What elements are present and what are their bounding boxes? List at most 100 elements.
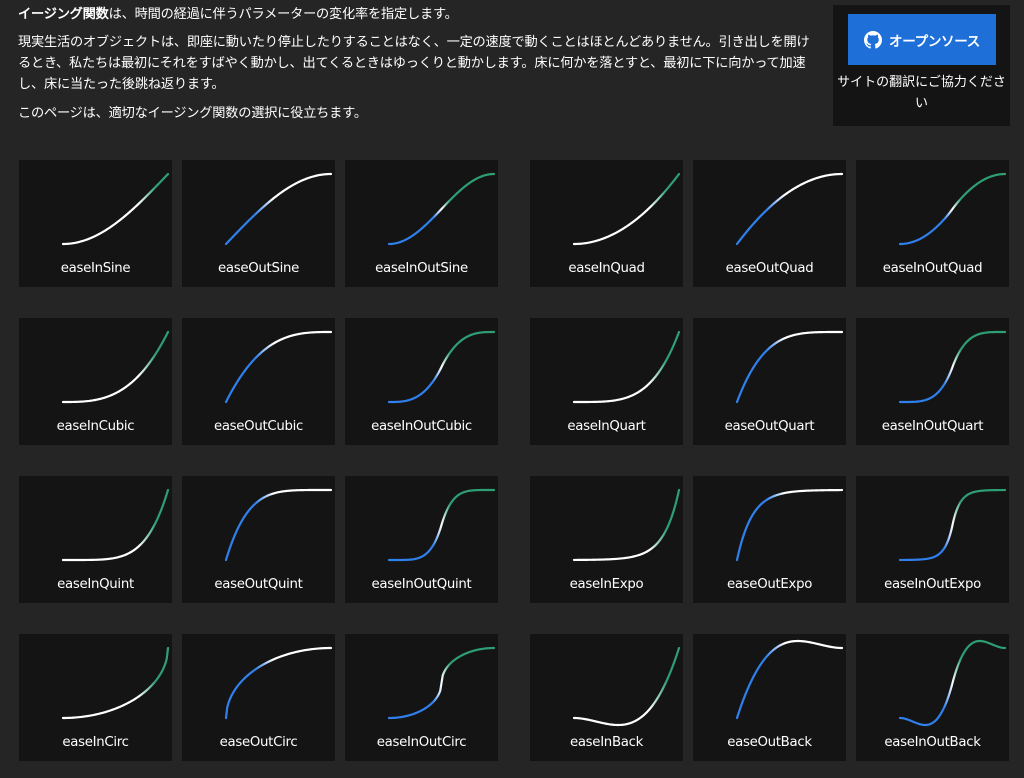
easing-card-easeOutQuad[interactable]: easeOutQuad: [693, 160, 846, 287]
easeInCirc-curve-icon: [61, 646, 170, 720]
easing-card-easeOutSine[interactable]: easeOutSine: [182, 160, 335, 287]
easing-label: easeInOutCirc: [376, 735, 467, 750]
easing-card-easeOutBack[interactable]: easeOutBack: [693, 634, 846, 761]
easing-curve: [224, 488, 333, 562]
easing-label: easeOutCirc: [219, 735, 298, 750]
easing-card-easeInBack[interactable]: easeInBack: [530, 634, 683, 761]
intro-lead: イージング関数は、時間の経過に伴うパラメーターの変化率を指定します。: [18, 4, 818, 25]
easing-curve: [387, 646, 496, 720]
easing-curve: [387, 172, 496, 246]
intro-lead-term: イージング関数: [18, 7, 109, 22]
open-source-label: オープンソース: [889, 33, 980, 50]
easing-curve: [387, 330, 496, 404]
easing-label: easeOutBack: [727, 735, 812, 750]
easeInOutQuart-curve-icon: [898, 330, 1007, 404]
easing-label: easeInQuint: [57, 577, 134, 592]
easing-curve: [735, 488, 844, 562]
easing-curve: [61, 488, 170, 562]
intro-closing: このページは、適切なイージング関数の選択に役立ちます。: [18, 106, 367, 121]
easing-curve: [735, 330, 844, 404]
easeOutExpo-curve-icon: [735, 488, 844, 562]
easeInOutBack-curve-icon: [898, 639, 1007, 727]
easing-card-easeInOutCubic[interactable]: easeInOutCubic: [345, 318, 498, 445]
easing-label: easeInCirc: [62, 735, 129, 750]
easing-card-easeInCubic[interactable]: easeInCubic: [19, 318, 172, 445]
easing-card-easeInOutQuad[interactable]: easeInOutQuad: [856, 160, 1009, 287]
easing-curve: [61, 172, 170, 246]
easing-card-easeInOutQuart[interactable]: easeInOutQuart: [856, 318, 1009, 445]
easing-card-easeOutCirc[interactable]: easeOutCirc: [182, 634, 335, 761]
easing-card-easeInQuart[interactable]: easeInQuart: [530, 318, 683, 445]
easeOutCubic-curve-icon: [224, 330, 333, 404]
easing-curve: [572, 488, 681, 562]
easeInOutSine-curve-icon: [387, 172, 496, 246]
easing-label: easeInQuad: [568, 261, 645, 276]
easeInOutQuint-curve-icon: [387, 488, 496, 562]
easing-label: easeInOutCubic: [371, 419, 472, 434]
easing-curve: [898, 488, 1007, 562]
easing-curve: [61, 646, 170, 720]
help-translate-link[interactable]: サイトの翻訳にご協力ください: [833, 72, 1010, 114]
easeOutBack-curve-icon: [735, 639, 844, 720]
easing-label: easeOutQuint: [214, 577, 303, 592]
easeInBack-curve-icon: [572, 646, 681, 727]
easing-curve: [898, 172, 1007, 246]
easing-label: easeInOutQuart: [881, 419, 984, 434]
easing-label: easeInSine: [60, 261, 131, 276]
easing-label: easeInOutExpo: [884, 577, 981, 592]
easing-card-easeOutQuint[interactable]: easeOutQuint: [182, 476, 335, 603]
open-source-button[interactable]: オープンソース: [848, 14, 996, 65]
github-icon: [864, 30, 883, 49]
easing-page: イージング関数は、時間の経過に伴うパラメーターの変化率を指定します。 現実生活の…: [0, 0, 1024, 778]
easeOutQuad-curve-icon: [735, 172, 844, 246]
easing-label: easeOutQuart: [724, 419, 815, 434]
easing-curve: [735, 639, 844, 720]
easing-card-easeInCirc[interactable]: easeInCirc: [19, 634, 172, 761]
easing-card-easeInQuint[interactable]: easeInQuint: [19, 476, 172, 603]
easing-card-easeInQuad[interactable]: easeInQuad: [530, 160, 683, 287]
easing-curve: [572, 172, 681, 246]
easing-label: easeOutQuad: [725, 261, 814, 276]
easing-card-easeInOutCirc[interactable]: easeInOutCirc: [345, 634, 498, 761]
easing-card-easeInOutQuint[interactable]: easeInOutQuint: [345, 476, 498, 603]
easeOutSine-curve-icon: [224, 172, 333, 246]
easing-label: easeOutExpo: [726, 577, 813, 592]
easing-card-easeOutQuart[interactable]: easeOutQuart: [693, 318, 846, 445]
easeInOutQuad-curve-icon: [898, 172, 1007, 246]
easeInQuint-curve-icon: [61, 488, 170, 562]
easing-card-easeInExpo[interactable]: easeInExpo: [530, 476, 683, 603]
easing-label: easeInOutQuad: [882, 261, 983, 276]
easing-label: easeInCubic: [56, 419, 135, 434]
easeInQuart-curve-icon: [572, 330, 681, 404]
easing-label: easeInOutBack: [884, 735, 981, 750]
easing-card-easeOutExpo[interactable]: easeOutExpo: [693, 476, 846, 603]
easeInQuad-curve-icon: [572, 172, 681, 246]
easing-curve: [61, 330, 170, 404]
intro-paragraph: 現実生活のオブジェクトは、即座に動いたり停止したりすることはなく、一定の速度で動…: [18, 35, 810, 92]
intro-lead-text: は、時間の経過に伴うパラメーターの変化率を指定します。: [108, 7, 458, 22]
easeInSine-curve-icon: [61, 172, 170, 246]
easing-card-easeInOutExpo[interactable]: easeInOutExpo: [856, 476, 1009, 603]
easing-curve: [387, 488, 496, 562]
open-source-panel: オープンソース サイトの翻訳にご協力ください: [833, 5, 1010, 126]
easing-curve: [735, 172, 844, 246]
easing-card-easeInOutSine[interactable]: easeInOutSine: [345, 160, 498, 287]
easeInOutCubic-curve-icon: [387, 330, 496, 404]
easing-label: easeInExpo: [569, 577, 644, 592]
easing-label: easeInQuart: [567, 419, 646, 434]
easing-label: easeOutSine: [218, 261, 299, 276]
easing-card-easeOutCubic[interactable]: easeOutCubic: [182, 318, 335, 445]
easeOutQuint-curve-icon: [224, 488, 333, 562]
easing-curve: [898, 330, 1007, 404]
easeOutQuart-curve-icon: [735, 330, 844, 404]
easeInOutCirc-curve-icon: [387, 646, 496, 720]
easing-card-easeInSine[interactable]: easeInSine: [19, 160, 172, 287]
easing-label: easeInBack: [569, 735, 644, 750]
easing-curve: [224, 330, 333, 404]
intro-section: イージング関数は、時間の経過に伴うパラメーターの変化率を指定します。 現実生活の…: [18, 4, 818, 132]
easeInExpo-curve-icon: [572, 488, 681, 562]
easing-curve: [572, 330, 681, 404]
easing-curve: [224, 172, 333, 246]
easeOutCirc-curve-icon: [224, 646, 333, 720]
easing-card-easeInOutBack[interactable]: easeInOutBack: [856, 634, 1009, 761]
